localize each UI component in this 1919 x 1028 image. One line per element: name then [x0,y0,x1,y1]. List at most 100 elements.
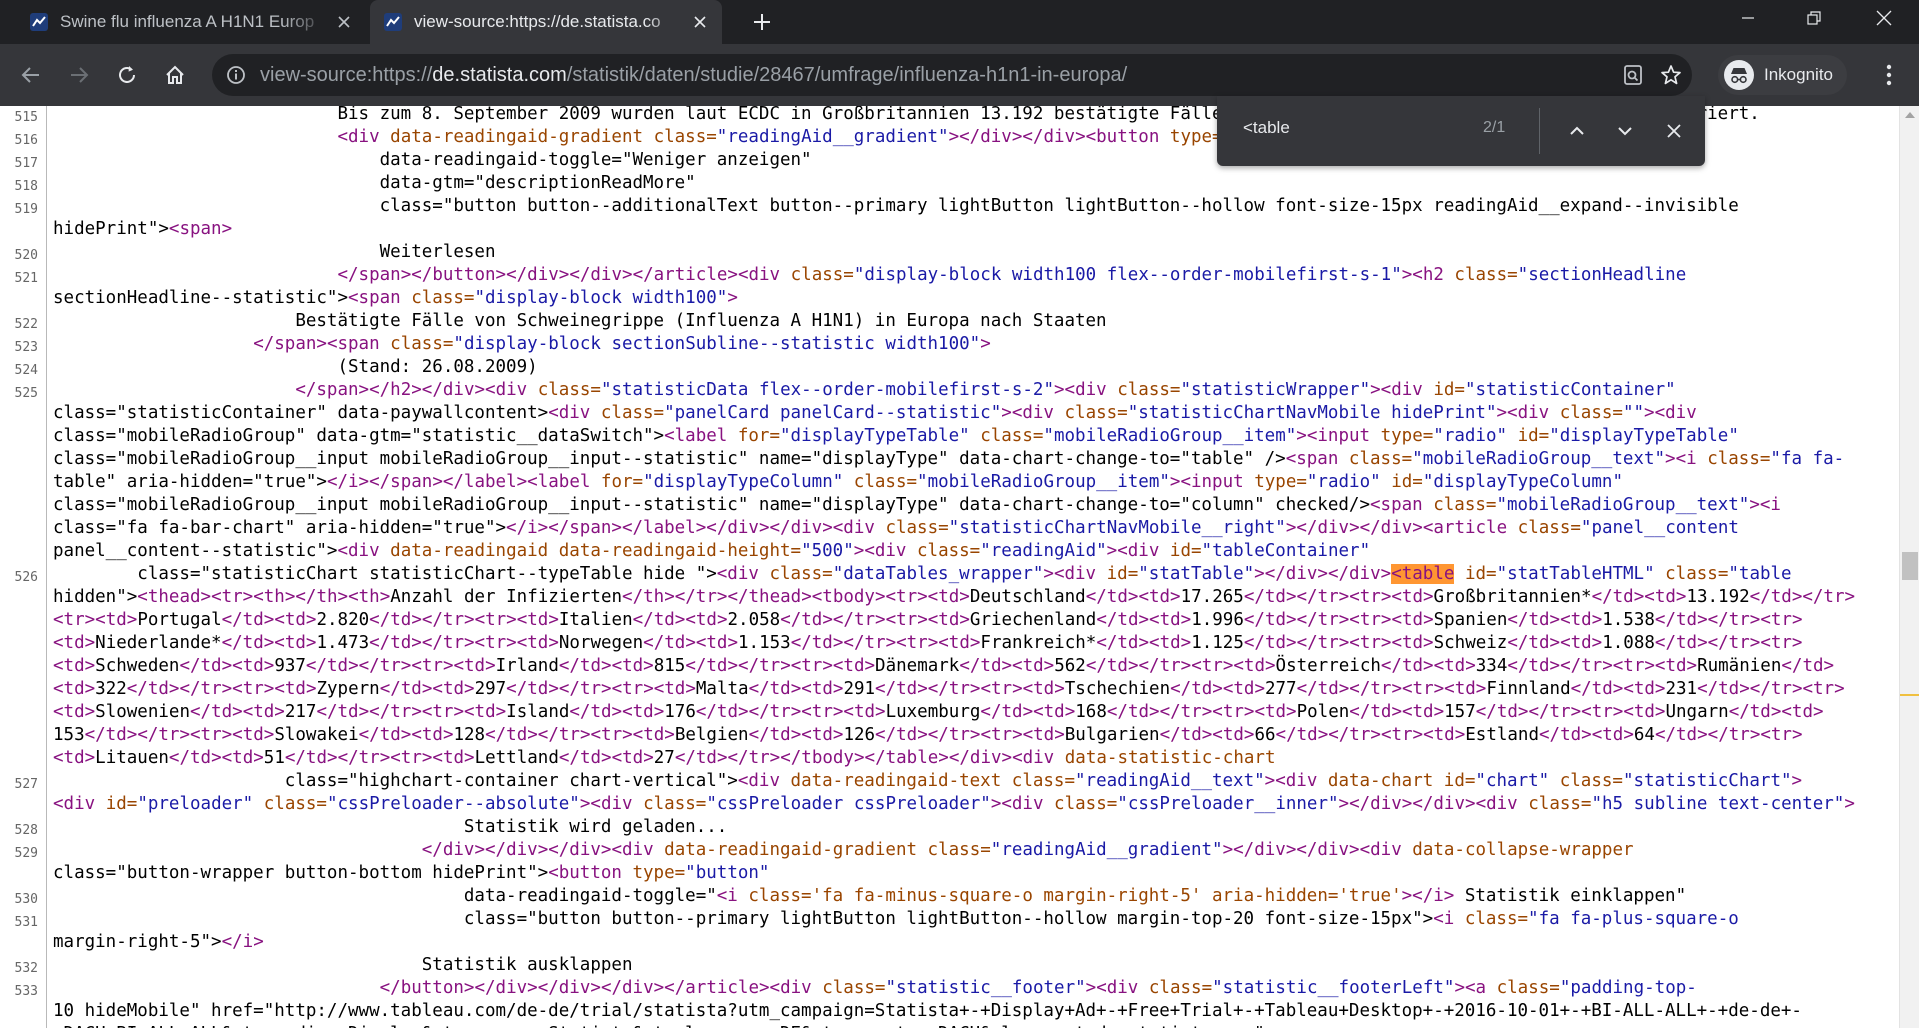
statista-favicon-icon [30,13,48,31]
source-line: data-readingaid-toggle="Weniger anzeigen… [53,150,812,170]
source-line: class="mobileRadioGroup__input mobileRad… [53,449,1845,469]
source-line: class="statisticContainer" data-paywallc… [53,403,1697,423]
tab-title: Swine flu influenza A H1N1 Europ [60,12,315,31]
source-line: class="mobileRadioGroup" data-gtm="stati… [53,426,1739,446]
minimize-icon [1742,17,1754,19]
line-number: 515 [14,110,38,125]
source-line: <div data-readingaid-gradient class="rea… [337,127,1306,147]
line-number: 522 [14,317,38,332]
vertical-scrollbar[interactable] [1899,106,1919,1028]
url-path: /statistik/daten/studie/28467/umfrage/in… [566,64,1128,86]
source-line: <td>322</td></tr><tr><td>Zypern</td><td>… [53,679,1845,699]
find-match-count: 2/1 [1483,119,1506,136]
browser-menu-button[interactable] [1872,58,1906,92]
line-number: 531 [14,915,38,930]
source-line: Statistik wird geladen... [53,817,728,837]
source-line: Bestätigte Fälle von Schweinegrippe (Inf… [53,311,1107,331]
star-icon[interactable] [1660,64,1682,86]
incognito-icon [1724,60,1754,90]
close-icon [1876,10,1892,26]
source-line: <td>Niederlande*</td><td>1.473</td></tr>… [53,633,1803,653]
back-button[interactable] [14,58,48,92]
tab-swine-flu[interactable]: Swine flu influenza A H1N1 Europ [16,0,366,44]
source-line: <div id="preloader" class="cssPreloader-… [53,794,1855,814]
source-line: </span></h2></div><div class="statisticD… [295,380,1676,400]
home-button[interactable] [158,58,192,92]
line-number: 523 [14,340,38,355]
close-icon [1667,124,1681,138]
restore-icon [1807,11,1821,25]
line-number: 517 [14,156,38,171]
url-host: de.statista.com [432,64,567,86]
source-line: </button></div></div></div></article><di… [379,978,1697,998]
search-page-icon[interactable] [1622,64,1644,86]
line-number: 519 [14,202,38,217]
find-divider [1539,108,1540,154]
arrow-right-icon [71,67,89,83]
minimize-button[interactable] [1716,0,1780,36]
arrow-left-icon [21,67,39,83]
scrollbar-thumb[interactable] [1902,552,1918,580]
source-view: 515 Bis zum 8. September 2009 wurden lau… [0,106,1899,1028]
tab-view-source[interactable]: view-source:https://de.statista.co [370,0,722,44]
source-line: 153</td></tr><tr><td>Slowakei</td><td>12… [53,725,1803,745]
find-close-button[interactable] [1659,116,1689,146]
restore-button[interactable] [1782,0,1846,36]
line-number: 528 [14,823,38,838]
source-line: class="statisticChart statisticChart--ty… [53,564,1792,584]
plus-icon [754,14,770,30]
line-number: 533 [14,984,38,999]
line-number: 532 [14,961,38,976]
source-line: </span><span class="display-block sectio… [253,334,991,354]
info-icon[interactable] [226,65,246,85]
source-line: <tr><td>Portugal</td><td>2.820</td></tr>… [53,610,1803,630]
scroll-up-arrow-icon[interactable] [1905,112,1915,118]
source-line: margin-right-5"></i> [53,932,264,952]
source-line: class="mobileRadioGroup__input mobileRad… [53,495,1781,515]
find-bar: <table 2/1 [1217,96,1705,166]
line-number: 518 [14,179,38,194]
kebab-menu-icon [1886,64,1892,86]
source-line: class="button-wrapper button-bottom hide… [53,863,770,883]
close-tab-icon[interactable] [330,8,358,36]
profile-label: Inkognito [1764,65,1833,84]
line-number: 526 [14,570,38,585]
find-previous-button[interactable] [1562,116,1592,146]
line-number: 516 [14,133,38,148]
close-tab-icon[interactable] [686,8,714,36]
new-tab-button[interactable] [748,8,776,36]
incognito-profile-button[interactable]: Inkognito [1718,55,1847,95]
find-input[interactable]: <table [1243,118,1290,138]
source-line: panel__content--statistic"><div data-rea… [53,541,1371,561]
find-highlight: <table [1391,564,1455,584]
home-icon [166,65,184,84]
reload-icon [119,66,135,83]
line-number: 521 [14,271,38,286]
source-line: </span></button></div></div></article><d… [337,265,1687,285]
source-line: Weiterlesen [53,242,496,262]
url-text[interactable]: view-source:https://de.statista.com/stat… [260,54,1127,96]
forward-button[interactable] [62,58,96,92]
find-match-marker [1900,694,1919,696]
source-line: hidden"><thead><tr><th></th><th>Anzahl d… [53,587,1856,607]
line-number-divider [46,106,47,1028]
url-prefix: view-source:https:// [260,64,433,86]
find-next-button[interactable] [1610,116,1640,146]
line-number: 529 [14,846,38,861]
close-window-button[interactable] [1852,0,1916,36]
line-number: 527 [14,777,38,792]
source-line: hidePrint"><span> [53,219,233,239]
source-line: <td>Litauen</td><td>51</td></tr><tr><td>… [53,748,1276,768]
source-line: sectionHeadline--statistic"><span class=… [53,288,738,308]
tab-title: view-source:https://de.statista.co [414,12,661,31]
source-line: class="button button--primary lightButto… [53,909,1739,929]
line-number: 524 [14,363,38,378]
chevron-up-icon [1570,126,1584,135]
address-bar[interactable]: view-source:https://de.statista.com/stat… [212,54,1692,96]
reload-button[interactable] [110,58,144,92]
source-line: data-gtm="descriptionReadMore" [53,173,696,193]
line-number: 520 [14,248,38,263]
source-line: table" aria-hidden="true"></i></span></l… [53,472,1623,492]
chevron-down-icon [1618,127,1632,136]
tab-strip: Swine flu influenza A H1N1 Europ view-so… [0,0,1919,44]
